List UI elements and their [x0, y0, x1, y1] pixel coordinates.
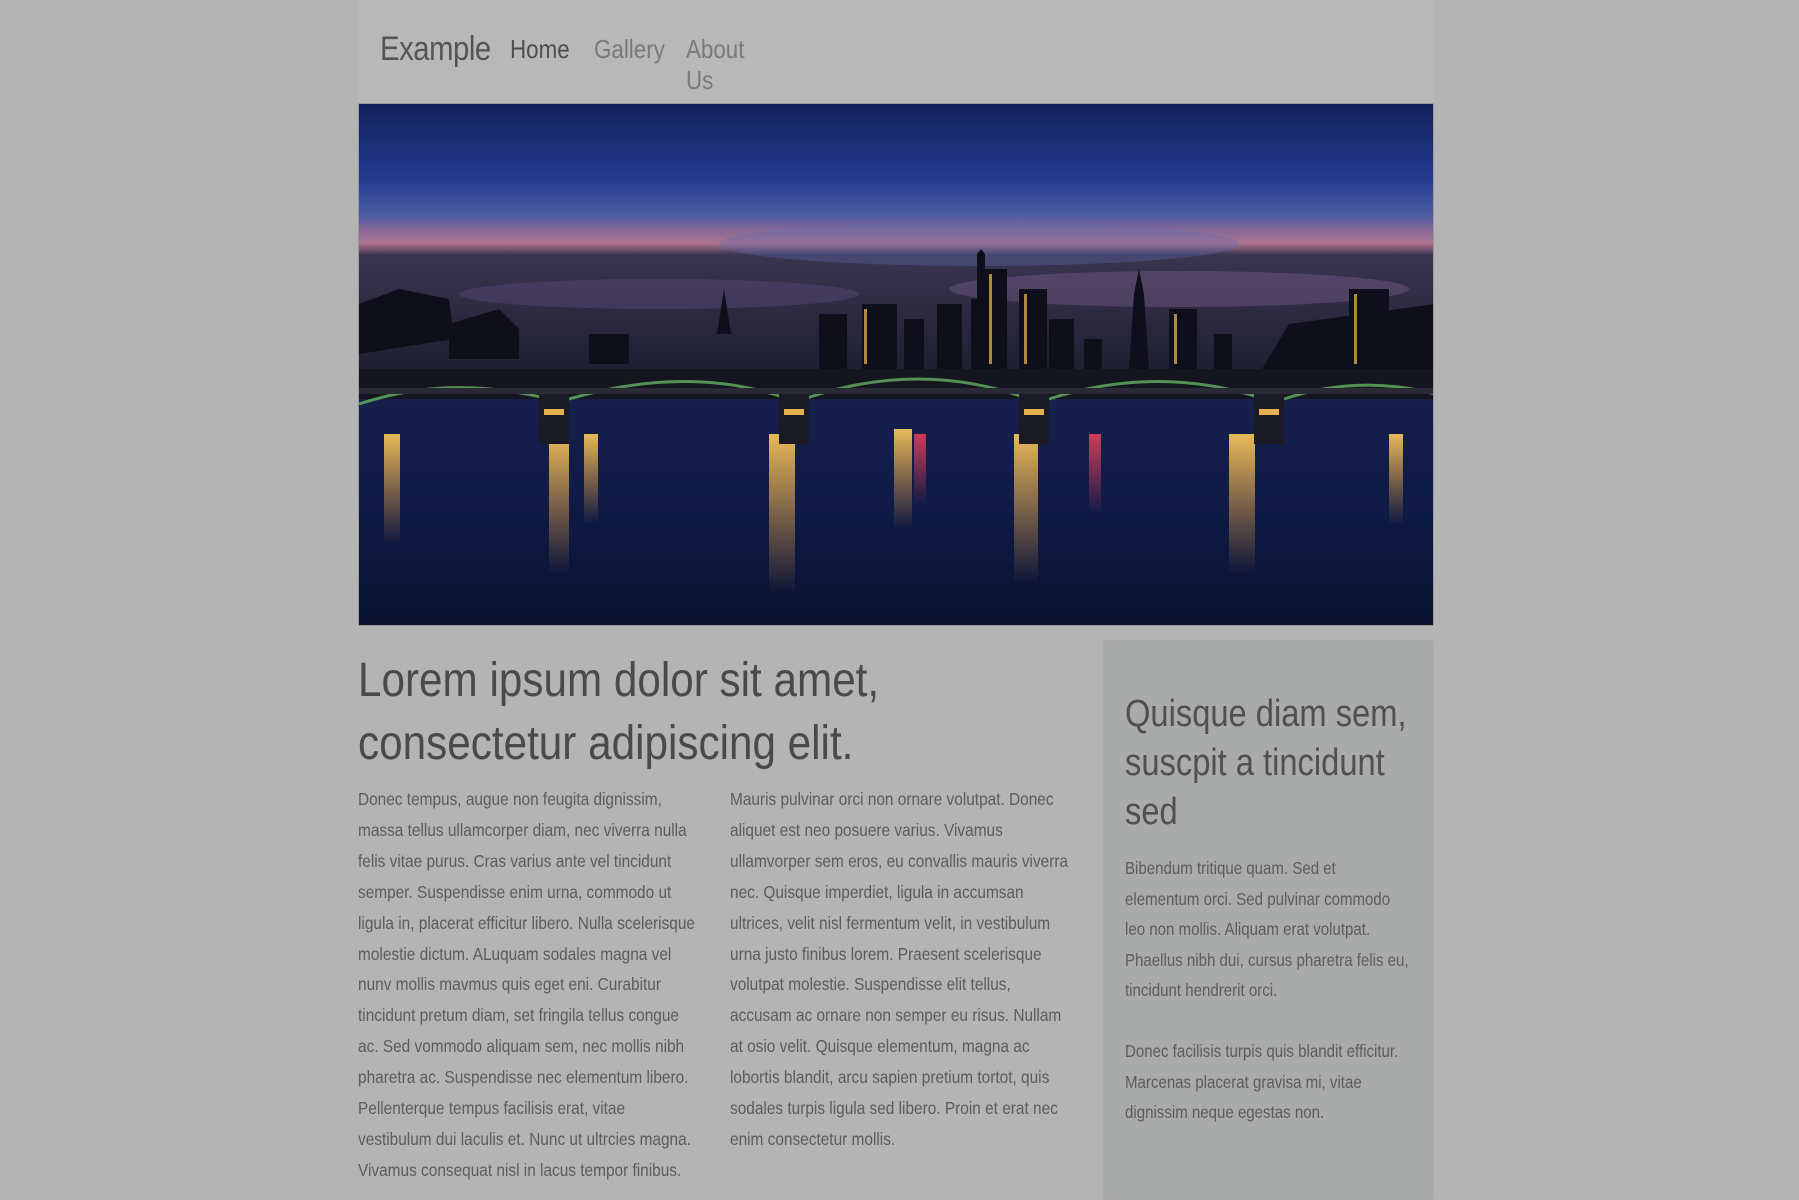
nav-link-gallery[interactable]: Gallery — [594, 34, 665, 96]
sidebar-heading: Quisque diam sem, suscpit a tincidunt se… — [1125, 693, 1407, 833]
hero-image — [358, 103, 1434, 626]
navbar: Example Home Gallery About Us — [358, 0, 1434, 103]
main-paragraph-1: Donec tempus, augue non feugita dignissi… — [358, 784, 698, 1186]
sidebar-panel: Quisque diam sem, suscpit a tincidunt se… — [1103, 640, 1434, 1200]
page: Example Home Gallery About Us Lorem ipsu… — [358, 0, 1434, 1200]
main-paragraph-2: Mauris pulvinar orci non ornare volutpat… — [730, 784, 1070, 1155]
main-paragraph-1-text: Donec tempus, augue non feugita dignissi… — [358, 789, 695, 1180]
main-heading: Lorem ipsum dolor sit amet, consectetur … — [358, 654, 880, 770]
sidebar-paragraph-2: Donec facilisis turpis quis blandit effi… — [1125, 1041, 1399, 1123]
nav-link-about-us[interactable]: About Us — [686, 34, 769, 96]
nav-links: Home Gallery About Us — [510, 34, 804, 96]
sidebar-paragraph-1: Bibendum tritique quam. Sed et elementum… — [1125, 858, 1409, 1001]
brand-logo[interactable]: Example — [380, 30, 491, 69]
main-paragraph-2-text: Mauris pulvinar orci non ornare volutpat… — [730, 789, 1069, 1149]
nav-link-home[interactable]: Home — [510, 34, 570, 96]
city-skyline-photo — [359, 104, 1433, 625]
